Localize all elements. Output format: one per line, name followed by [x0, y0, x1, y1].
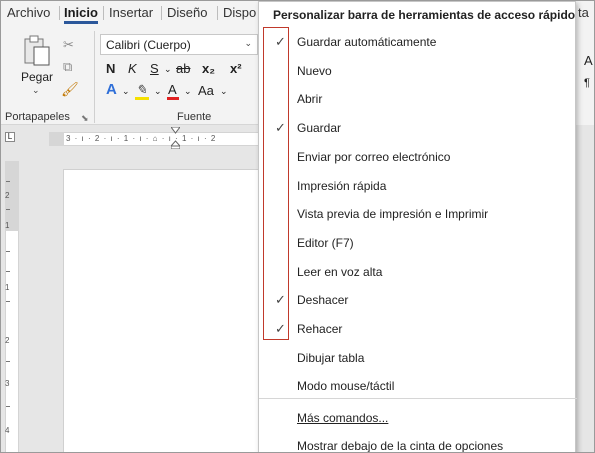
ruler-number: 1 [5, 283, 10, 292]
tab-archivo[interactable]: Archivo [7, 5, 50, 20]
ruler-tick [6, 181, 10, 182]
font-color-swatch [167, 97, 179, 100]
superscript-button[interactable]: x² [230, 61, 242, 76]
cut-icon[interactable]: ✂ [63, 37, 74, 53]
chevron-down-icon[interactable]: ⌄ [122, 86, 130, 97]
tab-partial[interactable]: ta [578, 5, 589, 20]
menu-item-label: Mostrar debajo de la cinta de opciones [297, 439, 504, 453]
menu-item[interactable]: Abrir [259, 85, 577, 113]
ruler-number: 1 [5, 221, 10, 230]
tab-divider [217, 6, 218, 20]
tab-divider [161, 6, 162, 20]
menu-item-label: Leer en voz alta [297, 264, 383, 279]
menu-item-label: Guardar [297, 121, 342, 136]
paragraph-icon[interactable]: ¶ [584, 77, 590, 89]
tab-divider [59, 6, 60, 20]
menu-item[interactable]: Editor (F7) [259, 229, 577, 257]
menu-item[interactable]: Leer en voz alta [259, 258, 577, 286]
menu-item-label: Guardar automáticamente [297, 35, 437, 49]
format-painter-icon[interactable]: 🖌 [61, 81, 79, 98]
font-name-select[interactable]: Calibri (Cuerpo) ⌄ [100, 34, 258, 55]
ruler-tick [6, 301, 10, 302]
subscript-button[interactable]: x₂ [202, 61, 215, 76]
menu-divider [259, 398, 577, 399]
menu-item-label: Impresión rápida [297, 178, 387, 193]
menu-item[interactable]: Vista previa de impresión e Imprimir [259, 200, 577, 228]
menu-item-label: Dibujar tabla [297, 350, 365, 365]
indent-marker-icon[interactable] [171, 127, 180, 149]
ruler-number: 3 [5, 379, 10, 388]
checkmark-highlight-box [263, 27, 289, 340]
group-divider [94, 31, 95, 123]
ruler-tick [6, 271, 10, 272]
chevron-down-icon[interactable]: ⌄ [32, 85, 40, 96]
tab-disposicion[interactable]: Dispo [223, 5, 256, 20]
menu-item-label: Editor (F7) [297, 235, 354, 250]
menu-item-more-commands[interactable]: Más comandos... [259, 404, 577, 432]
bold-button[interactable]: N [106, 61, 115, 76]
horizontal-ruler[interactable]: 3 · ı · 2 · ı · 1 · ı · ⌂ · ı · 1 · ı · … [64, 132, 264, 146]
menu-item-label: Nuevo [297, 63, 332, 78]
document-page[interactable] [63, 169, 283, 452]
menu-item[interactable]: Impresión rápida [259, 172, 577, 200]
ruler-margin [49, 132, 64, 146]
tab-diseno[interactable]: Diseño [167, 5, 207, 20]
quick-access-toolbar-menu: Personalizar barra de herramientas de ac… [258, 1, 577, 453]
menu-item[interactable]: Enviar por correo electrónico [259, 143, 577, 171]
menu-item[interactable]: Modo mouse/táctil [259, 372, 577, 400]
menu-item-label: Deshacer [297, 293, 349, 308]
ruler-tick [6, 406, 10, 407]
group-label-clipboard: Portapapeles [5, 111, 70, 123]
menu-item[interactable]: ✓ Deshacer [259, 286, 577, 314]
menu-item[interactable]: ✓ Guardar [259, 114, 577, 142]
ribbon-overflow [576, 25, 594, 125]
ruler-tick [6, 361, 10, 362]
ruler-tick [6, 209, 10, 210]
word-window: Archivo Inicio Insertar Diseño Dispo ta … [0, 0, 595, 453]
menu-title: Personalizar barra de herramientas de ac… [273, 8, 576, 22]
dialog-launcher-icon[interactable]: ⬊ [81, 113, 89, 124]
ruler-number: 4 [5, 426, 10, 435]
menu-item-label: Modo mouse/táctil [297, 379, 395, 394]
ruler-tick [6, 251, 10, 252]
font-color-button[interactable]: A [167, 82, 179, 100]
menu-item[interactable]: ✓ Rehacer [259, 315, 577, 343]
menu-item-label: Abrir [297, 92, 323, 107]
paste-button[interactable]: Pegar [21, 70, 53, 84]
chevron-down-icon[interactable]: ⌄ [154, 86, 162, 97]
tab-insertar[interactable]: Insertar [109, 5, 153, 20]
group-label-font: Fuente [177, 111, 212, 123]
underline-button[interactable]: S [150, 61, 159, 76]
ruler-number: 2 [5, 191, 10, 200]
menu-item[interactable]: ✓ Guardar automáticamente [259, 28, 577, 56]
chevron-down-icon[interactable]: ⌄ [244, 38, 252, 49]
font-name-value: Calibri (Cuerpo) [106, 38, 191, 52]
paste-icon[interactable] [23, 35, 51, 67]
menu-item-label: Más comandos... [297, 411, 389, 425]
menu-item-label: Rehacer [297, 322, 343, 336]
chevron-down-icon[interactable]: ⌄ [220, 86, 228, 97]
highlight-color-button[interactable]: ✎ [135, 82, 149, 100]
ruler-number: 2 [5, 336, 10, 345]
menu-item-show-below-ribbon[interactable]: Mostrar debajo de la cinta de opciones [259, 432, 577, 453]
styles-glyph[interactable]: A [584, 53, 593, 68]
strikethrough-button[interactable]: ab [176, 61, 190, 76]
font-color-glyph: A [168, 82, 177, 97]
menu-item-label: Enviar por correo electrónico [297, 149, 451, 164]
tab-divider [103, 6, 104, 20]
change-case-button[interactable]: Aa [198, 83, 214, 98]
menu-item-label: Vista previa de impresión e Imprimir [297, 207, 489, 222]
chevron-down-icon[interactable]: ⌄ [184, 86, 192, 97]
menu-item[interactable]: Dibujar tabla [259, 344, 577, 372]
highlight-swatch [135, 97, 149, 100]
copy-icon[interactable]: ⧉ [63, 59, 72, 75]
italic-button[interactable]: K [128, 61, 137, 76]
text-effects-button[interactable]: A [106, 81, 117, 98]
tab-selector[interactable]: L [5, 132, 15, 142]
tab-inicio[interactable]: Inicio [64, 5, 98, 24]
menu-item[interactable]: Nuevo [259, 57, 577, 85]
chevron-down-icon[interactable]: ⌄ [164, 64, 172, 75]
